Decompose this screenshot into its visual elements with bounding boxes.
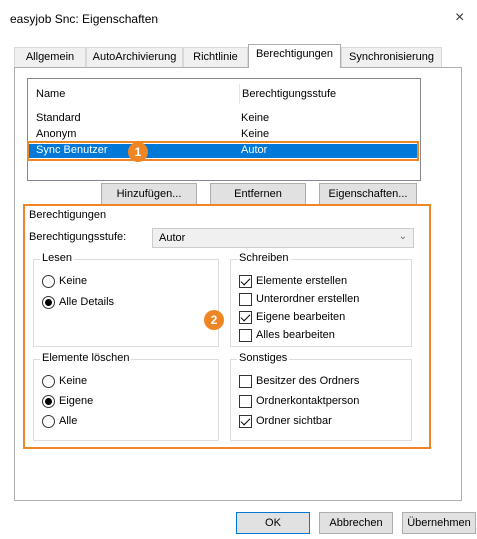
checkbox-checked-icon[interactable]: [239, 275, 252, 288]
add-button[interactable]: Hinzufügen...: [101, 183, 197, 205]
checkbox-checked-icon[interactable]: [239, 311, 252, 324]
column-header-level[interactable]: Berechtigungsstufe: [242, 88, 336, 100]
list-item-name: Sync Benutzer: [36, 144, 108, 156]
properties-button[interactable]: Eigenschaften...: [319, 183, 417, 205]
column-divider: [239, 84, 240, 104]
radio-icon[interactable]: [42, 275, 55, 288]
write-option-label: Elemente erstellen: [256, 275, 348, 287]
radio-selected-icon[interactable]: [42, 395, 55, 408]
tab-synchronisierung[interactable]: Synchronisierung: [341, 47, 442, 67]
tab-panel-berechtigungen: Name Berechtigungsstufe Standard Keine A…: [14, 67, 462, 501]
delete-option-label: Eigene: [59, 395, 94, 407]
callout-badge-1: 1: [128, 142, 148, 162]
read-groupbox: Lesen Keine Alle Details: [33, 252, 219, 347]
ok-button[interactable]: OK: [236, 512, 310, 534]
delete-group-title: Elemente löschen: [40, 352, 132, 364]
permission-level-value: Autor: [159, 232, 186, 244]
write-groupbox: Schreiben Elemente erstellen Unterordner…: [230, 252, 412, 347]
write-group-title: Schreiben: [237, 252, 291, 264]
delete-groupbox: Elemente löschen Keine Eigene Alle: [33, 352, 219, 441]
list-item-name: Standard: [36, 112, 81, 124]
permissions-group: Berechtigungen Berechtigungsstufe: Autor…: [23, 204, 431, 449]
tab-berechtigungen[interactable]: Berechtigungen: [248, 44, 341, 68]
chevron-down-icon: ⌄: [398, 231, 407, 242]
delete-option-label: Keine: [59, 375, 88, 387]
tab-richtlinie[interactable]: Richtlinie: [183, 47, 248, 67]
delete-option-label: Alle: [59, 415, 78, 427]
permissions-group-title: Berechtigungen: [29, 209, 107, 221]
list-item[interactable]: Anonym Keine: [29, 128, 419, 142]
remove-button[interactable]: Entfernen: [210, 183, 306, 205]
title-bar: easyjob Snc: Eigenschaften ×: [0, 0, 477, 36]
list-item-selected[interactable]: Sync Benutzer Autor: [29, 144, 419, 158]
checkbox-icon[interactable]: [239, 329, 252, 342]
other-option-label: Ordnerkontaktperson: [256, 395, 360, 407]
list-item-level: Autor: [241, 144, 268, 156]
checkbox-icon[interactable]: [239, 293, 252, 306]
cancel-button[interactable]: Abbrechen: [319, 512, 393, 534]
tab-allgemein[interactable]: Allgemein: [14, 47, 86, 67]
checkbox-checked-icon[interactable]: [239, 415, 252, 428]
permissions-list[interactable]: Name Berechtigungsstufe Standard Keine A…: [27, 78, 421, 181]
write-option-label: Alles bearbeiten: [256, 329, 335, 341]
close-icon[interactable]: ×: [455, 9, 464, 27]
read-option-label: Keine: [59, 275, 88, 287]
apply-button[interactable]: Übernehmen: [402, 512, 476, 534]
permission-level-label: Berechtigungsstufe:: [29, 231, 127, 243]
tab-autoarchivierung[interactable]: AutoArchivierung: [86, 47, 183, 67]
list-item-name: Anonym: [36, 128, 77, 140]
permission-level-select[interactable]: Autor ⌄: [152, 228, 414, 248]
radio-selected-icon[interactable]: [42, 296, 55, 309]
window-title: easyjob Snc: Eigenschaften: [10, 12, 159, 26]
read-group-title: Lesen: [40, 252, 74, 264]
radio-icon[interactable]: [42, 415, 55, 428]
other-group-title: Sonstiges: [237, 352, 290, 364]
other-option-label: Besitzer des Ordners: [256, 375, 360, 387]
checkbox-icon[interactable]: [239, 375, 252, 388]
callout-badge-2: 2: [204, 310, 224, 330]
column-header-name[interactable]: Name: [36, 88, 65, 100]
read-option-label: Alle Details: [59, 296, 115, 308]
list-item[interactable]: Standard Keine: [29, 112, 419, 126]
list-item-level: Keine: [241, 112, 270, 124]
write-option-label: Eigene bearbeiten: [256, 311, 346, 323]
write-option-label: Unterordner erstellen: [256, 293, 360, 305]
other-option-label: Ordner sichtbar: [256, 415, 332, 427]
other-groupbox: Sonstiges Besitzer des Ordners Ordnerkon…: [230, 352, 412, 441]
list-item-level: Keine: [241, 128, 270, 140]
checkbox-icon[interactable]: [239, 395, 252, 408]
radio-icon[interactable]: [42, 375, 55, 388]
